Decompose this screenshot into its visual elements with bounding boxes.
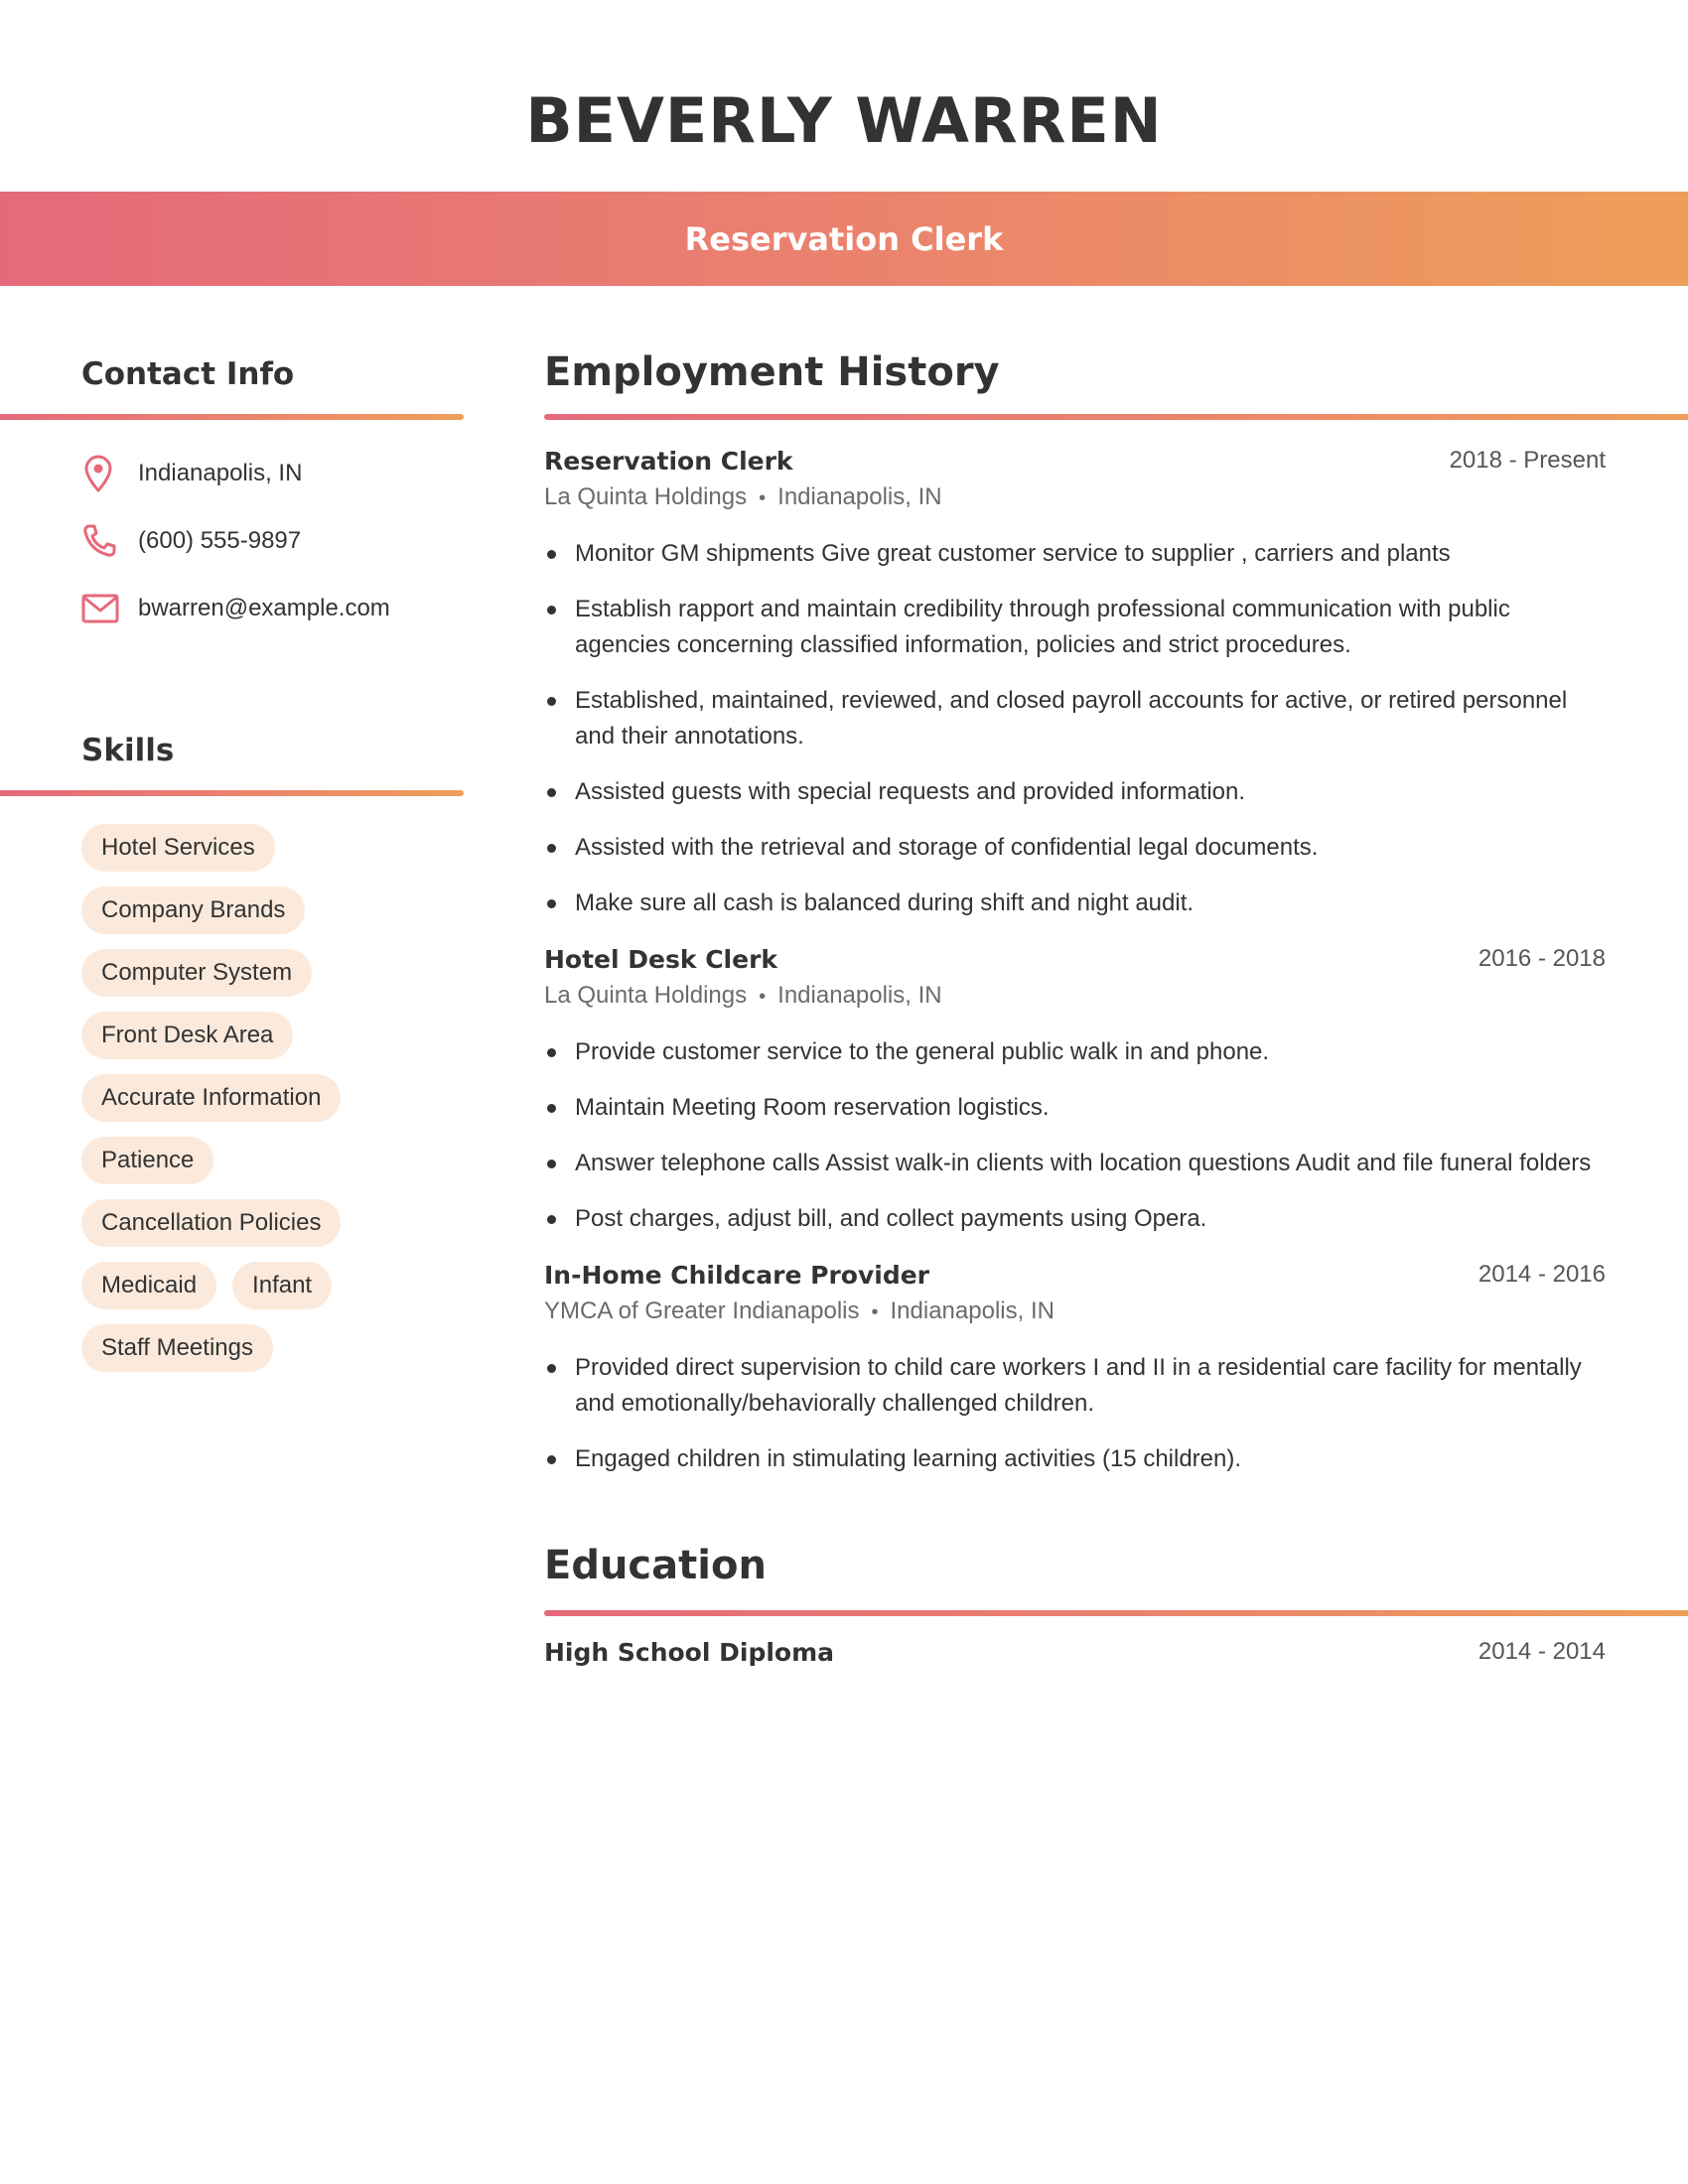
skill-tag: Computer System — [81, 949, 313, 997]
bullet-text: Assisted with the retrieval and storage … — [575, 834, 1319, 861]
bullet-icon — [547, 1455, 556, 1464]
bullet-text: Assisted guests with special requests an… — [575, 778, 1246, 805]
skills-heading: Skills — [81, 733, 175, 768]
bullet-icon — [547, 1048, 556, 1057]
job-title: Reservation Clerk — [684, 219, 1004, 258]
education-degree: High School Diploma — [544, 1637, 835, 1667]
bullet-text: Engaged children in stimulating learning… — [575, 1445, 1242, 1472]
bullet-icon — [547, 844, 556, 853]
job-entry: In-Home Childcare Provider 2014 - 2016 Y… — [544, 1257, 1606, 1477]
job-entry-dates: 2014 - 2016 — [1477, 1261, 1606, 1288]
job-entry-title: In-Home Childcare Provider — [544, 1260, 930, 1290]
job-entry-location: Indianapolis, IN — [890, 1297, 1055, 1324]
bullet-item: Answer telephone calls Assist walk-in cl… — [544, 1146, 1606, 1181]
mail-icon — [81, 589, 121, 628]
bullet-icon — [547, 697, 556, 706]
bullet-icon — [547, 606, 556, 614]
job-entry-dates: 2016 - 2018 — [1477, 945, 1606, 972]
education-heading: Education — [544, 1543, 767, 1588]
bullet-item: Engaged children in stimulating learning… — [544, 1441, 1606, 1477]
bullet-item: Established, maintained, reviewed, and c… — [544, 683, 1606, 754]
bullet-text: Establish rapport and maintain credibili… — [575, 596, 1510, 658]
contact-phone: (600) 555-9897 — [81, 507, 464, 575]
bullet-item: Establish rapport and maintain credibili… — [544, 592, 1606, 663]
contact-divider — [0, 414, 464, 420]
bullet-item: Maintain Meeting Room reservation logist… — [544, 1090, 1606, 1126]
separator-dot: • — [871, 1301, 879, 1323]
skill-tag: Accurate Information — [81, 1074, 342, 1122]
job-entry-employer: YMCA of Greater Indianapolis • Indianapoli… — [544, 1293, 1606, 1330]
bullet-text: Make sure all cash is balanced during sh… — [575, 889, 1195, 916]
contact-location-text: Indianapolis, IN — [138, 460, 303, 486]
skill-tag: Front Desk Area — [81, 1012, 294, 1059]
bullet-item: Post charges, adjust bill, and collect p… — [544, 1201, 1606, 1237]
job-entry-title: Reservation Clerk — [544, 446, 793, 476]
skill-tag: Cancellation Policies — [81, 1199, 342, 1247]
education-divider — [544, 1610, 1688, 1616]
separator-dot: • — [759, 986, 767, 1008]
skill-tag: Staff Meetings — [81, 1324, 273, 1372]
candidate-name: BEVERLY WARREN — [525, 84, 1163, 157]
skills-section: Skills Hotel Services Company Brands Com… — [0, 726, 464, 1372]
contact-email-link[interactable]: bwarren@example.com — [138, 595, 390, 622]
bullet-icon — [547, 899, 556, 908]
job-entry-employer: La Quinta Holdings • Indianapolis, IN — [544, 478, 1606, 516]
bullet-text: Post charges, adjust bill, and collect p… — [575, 1205, 1207, 1232]
bullet-icon — [547, 1160, 556, 1168]
bullet-text: Monitor GM shipments Give great customer… — [575, 540, 1451, 567]
job-entry-company: La Quinta Holdings — [544, 982, 748, 1009]
bullet-icon — [547, 1215, 556, 1224]
skill-tag: Infant — [232, 1262, 333, 1309]
job-entry-location: Indianapolis, IN — [777, 483, 942, 510]
job-entry-location: Indianapolis, IN — [777, 982, 942, 1009]
bullet-text: Provided direct supervision to child car… — [575, 1354, 1582, 1417]
job-entry-title: Hotel Desk Clerk — [544, 944, 778, 974]
job-title-banner: Reservation Clerk — [0, 192, 1688, 286]
skills-divider — [0, 790, 464, 796]
bullet-text: Provide customer service to the general … — [575, 1038, 1270, 1065]
skill-tag: Patience — [81, 1137, 214, 1184]
contact-email: bwarren@example.com — [81, 575, 464, 642]
bullet-item: Assisted guests with special requests an… — [544, 774, 1606, 810]
main-content: Employment History Reservation Clerk 201… — [544, 347, 1688, 1670]
job-entry-bullets: Monitor GM shipments Give great customer… — [544, 536, 1606, 921]
job-entry-bullets: Provided direct supervision to child car… — [544, 1350, 1606, 1477]
bullet-item: Make sure all cash is balanced during sh… — [544, 886, 1606, 921]
bullet-icon — [547, 788, 556, 797]
bullet-icon — [547, 1364, 556, 1373]
contact-phone-link[interactable]: (600) 555-9897 — [138, 527, 301, 555]
job-entry-company: YMCA of Greater Indianapolis — [544, 1297, 860, 1324]
job-entry: Hotel Desk Clerk 2016 - 2018 La Quinta H… — [544, 941, 1606, 1237]
contact-list: Indianapolis, IN (600) 555-9897 bwarren@… — [0, 440, 464, 642]
bullet-item: Monitor GM shipments Give great customer… — [544, 536, 1606, 572]
education-dates: 2014 - 2014 — [1477, 1638, 1606, 1665]
phone-icon — [81, 521, 121, 561]
contact-heading: Contact Info — [81, 356, 295, 392]
contact-location: Indianapolis, IN — [81, 440, 464, 507]
job-entry-employer: La Quinta Holdings • Indianapolis, IN — [544, 977, 1606, 1015]
education-entry: High School Diploma 2014 - 2014 — [544, 1634, 1606, 1670]
skill-tag: Hotel Services — [81, 824, 275, 872]
bullet-item: Assisted with the retrieval and storage … — [544, 830, 1606, 866]
job-entry: Reservation Clerk 2018 - Present La Quin… — [544, 443, 1606, 921]
bullet-item: Provided direct supervision to child car… — [544, 1350, 1606, 1422]
bullet-text: Established, maintained, reviewed, and c… — [575, 687, 1568, 750]
bullet-icon — [547, 1104, 556, 1113]
sidebar: Contact Info Indianapolis, IN (600) 555-… — [0, 349, 464, 1372]
skill-tag: Company Brands — [81, 887, 306, 934]
separator-dot: • — [759, 487, 767, 509]
skills-list: Hotel Services Company Brands Computer S… — [81, 824, 439, 1372]
bullet-icon — [547, 550, 556, 559]
job-entry-company: La Quinta Holdings — [544, 483, 748, 510]
job-entry-dates: 2018 - Present — [1449, 447, 1606, 474]
employment-heading: Employment History — [544, 349, 1000, 395]
job-entry-bullets: Provide customer service to the general … — [544, 1034, 1606, 1237]
location-pin-icon — [81, 454, 121, 493]
skill-tag: Medicaid — [81, 1262, 217, 1309]
bullet-item: Provide customer service to the general … — [544, 1034, 1606, 1070]
bullet-text: Answer telephone calls Assist walk-in cl… — [575, 1150, 1592, 1176]
education-section: Education High School Diploma 2014 - 201… — [544, 1541, 1688, 1670]
bullet-text: Maintain Meeting Room reservation logist… — [575, 1094, 1050, 1121]
employment-divider — [544, 414, 1688, 420]
